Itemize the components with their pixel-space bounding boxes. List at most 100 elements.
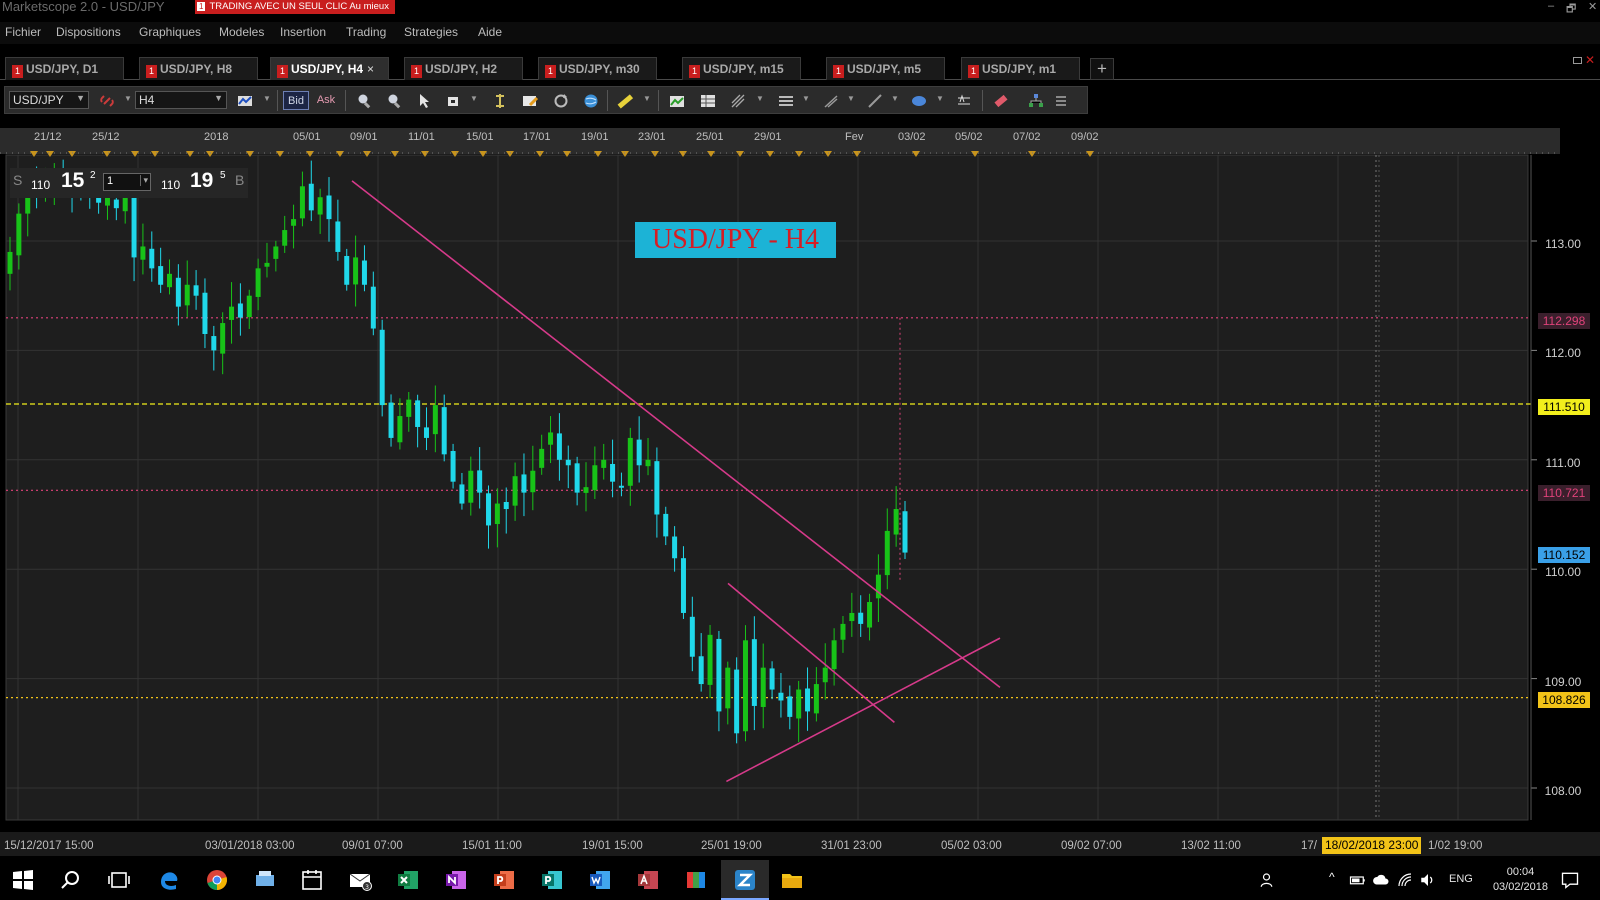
marketscope-taskbar-button[interactable] — [721, 860, 769, 900]
publisher-icon[interactable] — [540, 868, 564, 892]
tab-usdjpy-h2[interactable]: 1 USD/JPY, H2 — [404, 57, 523, 80]
one-click-trading-banner[interactable]: 1 TRADING AVEC UN SEUL CLIC Au mieux — [195, 0, 395, 14]
globe-icon[interactable] — [583, 93, 599, 109]
chevron-down-icon[interactable]: ▼ — [263, 94, 271, 103]
chart-type-icon[interactable] — [237, 93, 253, 109]
price-tag-111510[interactable]: 111.510 — [1538, 399, 1590, 415]
battery-icon[interactable] — [1349, 871, 1367, 889]
chart-title-label[interactable]: USD/JPY - H4 — [635, 222, 836, 258]
sell-price-prefix[interactable]: 110 — [31, 178, 50, 192]
menu-aide[interactable]: Aide — [478, 25, 502, 39]
chevron-up-icon[interactable]: ^ — [1329, 870, 1335, 884]
objects-tree-icon[interactable] — [1028, 93, 1044, 109]
channel-icon[interactable] — [778, 93, 794, 109]
tab-usdjpy-m5[interactable]: 1 USD/JPY, m5 — [826, 57, 945, 80]
fibonacci-icon[interactable] — [730, 93, 746, 109]
ask-button[interactable]: Ask — [313, 91, 339, 110]
menu-strategies[interactable]: Strategies — [404, 25, 458, 39]
crosshair-icon[interactable] — [445, 93, 461, 109]
mail-icon[interactable]: 3 — [348, 868, 372, 892]
task-view-icon[interactable] — [107, 868, 131, 892]
cloud-sync-icon[interactable] — [1372, 871, 1390, 889]
ruler-icon[interactable] — [617, 93, 633, 109]
refresh-icon[interactable] — [553, 93, 569, 109]
chrome-icon[interactable] — [205, 868, 229, 892]
cursor-icon[interactable] — [416, 93, 432, 109]
tab-usdjpy-d1[interactable]: 1 USD/JPY, D1 — [5, 57, 124, 80]
access-icon[interactable] — [636, 868, 660, 892]
amount-input[interactable]: 1 ▾ — [103, 173, 151, 191]
line-chart-icon[interactable] — [669, 93, 685, 109]
spinner-icon[interactable]: ▾ — [140, 175, 148, 186]
trendline-icon[interactable] — [867, 93, 883, 109]
buy-price-prefix[interactable]: 110 — [161, 178, 180, 192]
chevron-down-icon[interactable]: ▼ — [936, 94, 944, 103]
chevron-down-icon[interactable]: ▼ — [891, 94, 899, 103]
file-explorer-icon[interactable] — [780, 868, 804, 892]
buy-price-fraction[interactable]: 5 — [220, 170, 226, 181]
tab-usdjpy-h8[interactable]: 1 USD/JPY, H8 — [139, 57, 258, 80]
price-tag-112298[interactable]: 112.298 — [1538, 313, 1590, 329]
network-app-icon[interactable] — [253, 868, 277, 892]
onenote-icon[interactable] — [444, 868, 468, 892]
paint-app-icon[interactable] — [684, 868, 708, 892]
word-icon[interactable] — [588, 868, 612, 892]
price-tag-108826[interactable]: 108.826 — [1538, 692, 1590, 708]
chevron-down-icon[interactable]: ▼ — [756, 94, 764, 103]
close-icon[interactable]: ✕ — [1588, 0, 1597, 13]
add-tab-button[interactable]: + — [1090, 58, 1114, 80]
zoom-out-icon[interactable] — [387, 93, 403, 109]
language-indicator[interactable]: ENG — [1449, 873, 1473, 885]
link-chart-icon[interactable] — [99, 93, 115, 109]
chevron-down-icon[interactable]: ▼ — [802, 94, 810, 103]
note-icon[interactable] — [522, 93, 538, 109]
menu-dispositions[interactable]: Dispositions — [56, 25, 121, 39]
edge-icon[interactable] — [157, 868, 181, 892]
toolbar-menu-icon[interactable] — [1053, 93, 1069, 109]
tab-usdjpy-h4[interactable]: 1 USD/JPY, H4 × — [270, 57, 389, 80]
ellipse-icon[interactable] — [911, 93, 927, 109]
menu-modeles[interactable]: Modeles — [219, 25, 264, 39]
bid-button[interactable]: Bid — [283, 91, 309, 110]
chevron-down-icon[interactable]: ▼ — [643, 94, 651, 103]
system-clock[interactable]: 00:04 03/02/2018 — [1493, 865, 1548, 895]
menu-insertion[interactable]: Insertion — [280, 25, 326, 39]
notification-center-icon[interactable] — [1560, 870, 1580, 890]
people-icon[interactable] — [1259, 871, 1277, 889]
menu-graphiques[interactable]: Graphiques — [139, 25, 201, 39]
minimize-icon[interactable]: – — [1548, 0, 1554, 12]
sell-price-fraction[interactable]: 2 — [90, 170, 96, 181]
zoom-in-icon[interactable] — [357, 93, 373, 109]
sell-price-pips[interactable]: 15 — [61, 169, 84, 193]
chevron-down-icon[interactable]: ▼ — [847, 94, 855, 103]
powerpoint-icon[interactable] — [492, 868, 516, 892]
buy-label[interactable]: B — [235, 172, 244, 188]
price-scale-icon[interactable] — [492, 93, 508, 109]
volume-icon[interactable] — [1419, 871, 1437, 889]
chevron-down-icon[interactable]: ▼ — [470, 94, 478, 103]
timeframe-select[interactable]: H4 ▼ — [135, 91, 227, 109]
windows-start-icon[interactable] — [11, 868, 35, 892]
buy-price-pips[interactable]: 19 — [190, 169, 213, 193]
excel-icon[interactable] — [396, 868, 420, 892]
wifi-icon[interactable] — [1396, 871, 1414, 889]
text-tool-icon[interactable] — [956, 93, 972, 109]
instrument-select[interactable]: USD/JPY ▼ — [9, 91, 89, 109]
tab-usdjpy-m30[interactable]: 1 USD/JPY, m30 — [538, 57, 657, 80]
menu-trading[interactable]: Trading — [346, 25, 386, 39]
close-chart-icon[interactable]: ✕ — [1585, 53, 1595, 67]
tab-usdjpy-m1[interactable]: 1 USD/JPY, m1 — [961, 57, 1080, 80]
sell-label[interactable]: S — [13, 172, 22, 188]
menu-fichier[interactable]: Fichier — [5, 25, 41, 39]
chevron-down-icon[interactable]: ▼ — [124, 94, 132, 103]
tab-close-icon[interactable]: × — [367, 62, 374, 76]
calendar-icon[interactable] — [300, 868, 324, 892]
price-tag-110721[interactable]: 110.721 — [1538, 485, 1590, 501]
tab-usdjpy-m15[interactable]: 1 USD/JPY, m15 — [682, 57, 801, 80]
pitchfork-icon[interactable] — [823, 93, 839, 109]
restore-icon[interactable]: 🗗 — [1566, 0, 1576, 19]
eraser-icon[interactable] — [993, 93, 1009, 109]
maximize-chart-icon[interactable] — [1573, 57, 1582, 64]
search-icon[interactable] — [59, 868, 83, 892]
table-icon[interactable] — [700, 93, 716, 109]
